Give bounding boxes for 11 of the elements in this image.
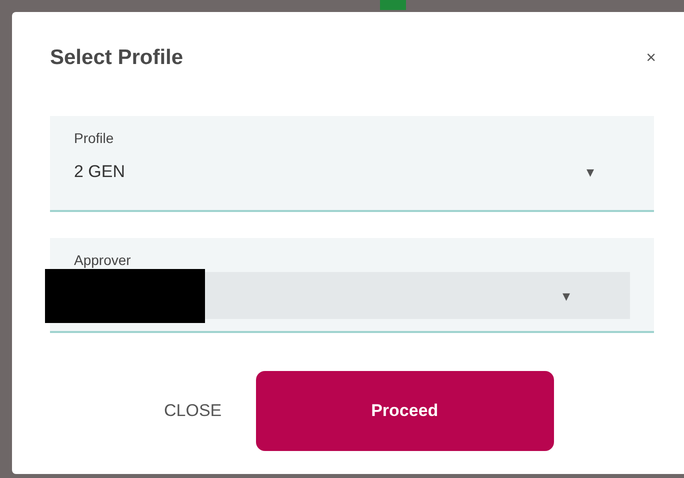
field-value: 2 GEN [74,162,126,182]
dialog-title: Select Profile [50,46,184,70]
field-label: Profile [74,130,115,146]
proceed-button[interactable]: Proceed [256,371,554,451]
close-text-button[interactable]: CLOSE [160,393,226,429]
close-button[interactable]: × [640,48,662,68]
dropdown-arrow[interactable]: ▾ [562,286,570,304]
select-field[interactable]: Profile 2 GEN ▾ [50,116,654,212]
dropdown-arrow[interactable]: ▾ [586,163,594,181]
square-icon [380,0,406,10]
field-label: Approver [74,252,132,268]
